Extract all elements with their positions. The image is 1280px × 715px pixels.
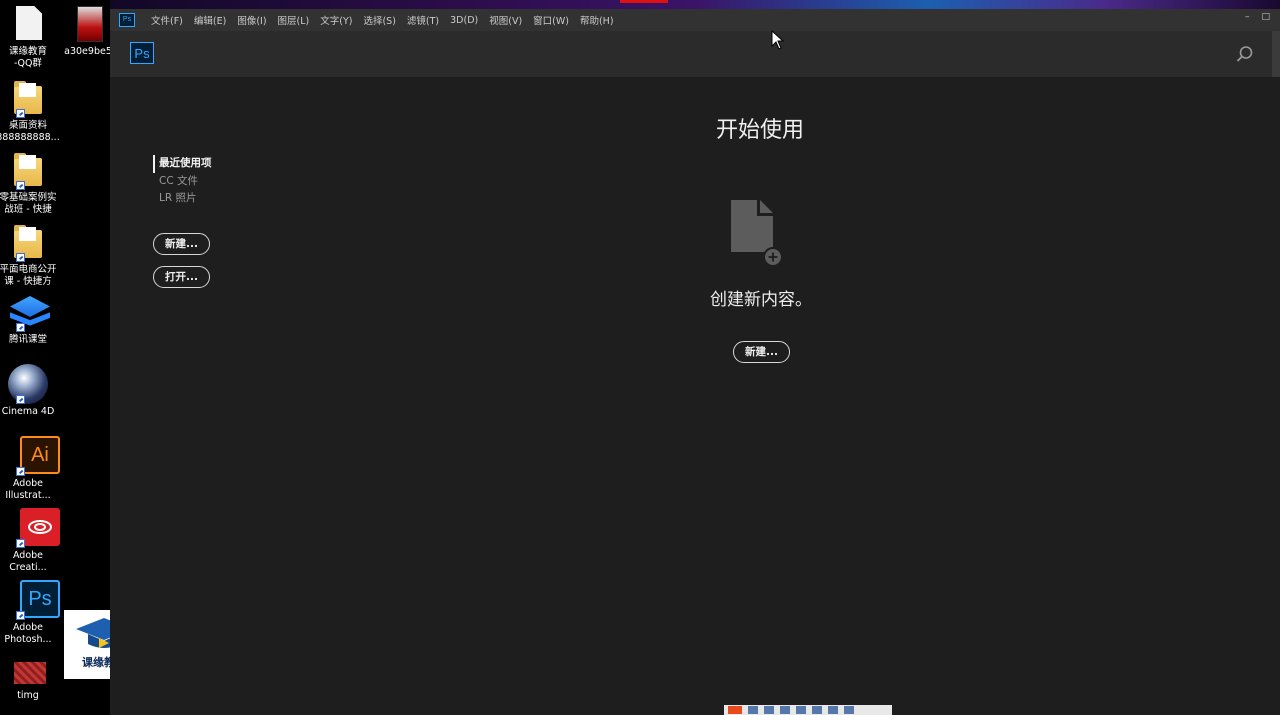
new-button[interactable]: 新建...	[153, 233, 210, 255]
new-document-icon	[731, 200, 783, 266]
menu-layer[interactable]: 图层(L)	[278, 13, 310, 27]
desktop-wallpaper-strip	[110, 0, 1280, 9]
illustrator-icon: Ai	[8, 436, 60, 476]
desktop-icon-timg[interactable]: timg	[0, 656, 60, 702]
desktop-icon-course-folder[interactable]: 零基础案例实 战班 - 快捷	[0, 150, 60, 215]
photoshop-icon: Ps	[8, 580, 60, 620]
folder-icon	[8, 150, 48, 190]
create-content-text: 创建新内容。	[710, 290, 812, 310]
folder-icon	[8, 78, 48, 118]
desktop-icon-photoshop[interactable]: Ps Adobe Photosh...	[0, 580, 60, 645]
home-header-bar: Ps	[110, 31, 1280, 77]
menu-type[interactable]: 文字(Y)	[320, 13, 352, 27]
sidebar-item-cc-files[interactable]: CC 文件	[153, 173, 212, 191]
image-thumbnail-icon	[68, 4, 108, 44]
desktop-icon-ecommerce-folder[interactable]: 平面电商公开 课 - 快捷方	[0, 222, 60, 287]
desktop-icon-kyjy-qq[interactable]: 课缘教育 -QQ群	[0, 4, 60, 69]
page-title: 开始使用	[715, 118, 804, 143]
desktop-icon-label: 课缘教育 -QQ群	[8, 46, 47, 69]
tray-icon[interactable]	[828, 706, 838, 714]
ime-icon[interactable]	[728, 706, 742, 714]
mouse-cursor-icon	[771, 30, 785, 50]
tray-icon[interactable]	[844, 706, 854, 714]
tencent-classroom-icon	[8, 292, 50, 332]
tray-icon[interactable]	[764, 706, 774, 714]
cinema4d-icon	[8, 364, 48, 404]
ps-app-icon[interactable]: Ps	[119, 13, 135, 27]
menu-window[interactable]: 窗口(W)	[533, 13, 569, 27]
scrollbar[interactable]	[1272, 31, 1280, 77]
microphone-icon[interactable]	[796, 706, 806, 714]
desktop-icon-label: Adobe Creati...	[9, 550, 47, 573]
desktop-icon-label: Adobe Illustrat...	[5, 478, 51, 501]
desktop-icon-illustrator[interactable]: Ai Adobe Illustrat...	[0, 436, 60, 501]
photoshop-window: Ps 文件(F) 编辑(E) 图像(I) 图层(L) 文字(Y) 选择(S) 滤…	[110, 9, 1280, 715]
system-tray	[724, 705, 892, 715]
menu-3d[interactable]: 3D(D)	[450, 15, 478, 26]
menu-filter[interactable]: 滤镜(T)	[407, 13, 439, 27]
ps-logo: Ps	[130, 42, 154, 64]
menu-select[interactable]: 选择(S)	[363, 13, 395, 27]
sidebar-item-recent[interactable]: 最近使用项	[153, 155, 212, 173]
home-sidebar-nav: 最近使用项 CC 文件 LR 照片	[153, 155, 212, 208]
desktop-icon-label: 桌面资料 888888888...	[0, 120, 60, 143]
desktop-icon-label: 平面电商公开 课 - 快捷方	[0, 264, 57, 287]
image-thumbnail-icon	[8, 656, 48, 688]
desktop-icon-label: timg	[17, 690, 39, 701]
menu-bar: Ps 文件(F) 编辑(E) 图像(I) 图层(L) 文字(Y) 选择(S) 滤…	[110, 9, 1280, 31]
desktop-icon-cinema4d[interactable]: Cinema 4D	[0, 364, 60, 418]
minimize-button[interactable]: –	[1245, 12, 1250, 22]
desktop-icon-desktop-materials[interactable]: 桌面资料 888888888...	[0, 78, 60, 143]
keyboard-icon[interactable]	[812, 706, 822, 714]
new-document-button[interactable]: 新建...	[733, 341, 790, 363]
window-controls: – □	[1245, 12, 1270, 22]
search-icon[interactable]	[1236, 45, 1254, 63]
desktop-icon-label: 腾讯课堂	[8, 334, 47, 345]
tray-icon[interactable]	[780, 706, 790, 714]
creative-cloud-icon	[8, 508, 60, 548]
sidebar-item-lr-photos[interactable]: LR 照片	[153, 190, 212, 208]
maximize-button[interactable]: □	[1261, 12, 1270, 22]
document-icon	[8, 4, 48, 44]
menu-help[interactable]: 帮助(H)	[580, 13, 614, 27]
tray-icon[interactable]	[748, 706, 758, 714]
desktop-icon-tencent-classroom[interactable]: 腾讯课堂	[0, 292, 60, 346]
desktop-icon-column: 课缘教育 -QQ群 a30e9be5 桌面资料 888888888... 零基础…	[0, 0, 112, 715]
desktop-icon-creative-cloud[interactable]: Adobe Creati...	[0, 508, 60, 573]
desktop-icon-label: 零基础案例实 战班 - 快捷	[0, 192, 57, 215]
desktop-icon-label: Cinema 4D	[1, 406, 55, 417]
menu-edit[interactable]: 编辑(E)	[194, 13, 226, 27]
desktop-icon-label: Adobe Photosh...	[4, 622, 52, 645]
menu-file[interactable]: 文件(F)	[151, 13, 183, 27]
menu-view[interactable]: 视图(V)	[489, 13, 522, 27]
menu-image[interactable]: 图像(I)	[237, 13, 266, 27]
folder-icon	[8, 222, 48, 262]
